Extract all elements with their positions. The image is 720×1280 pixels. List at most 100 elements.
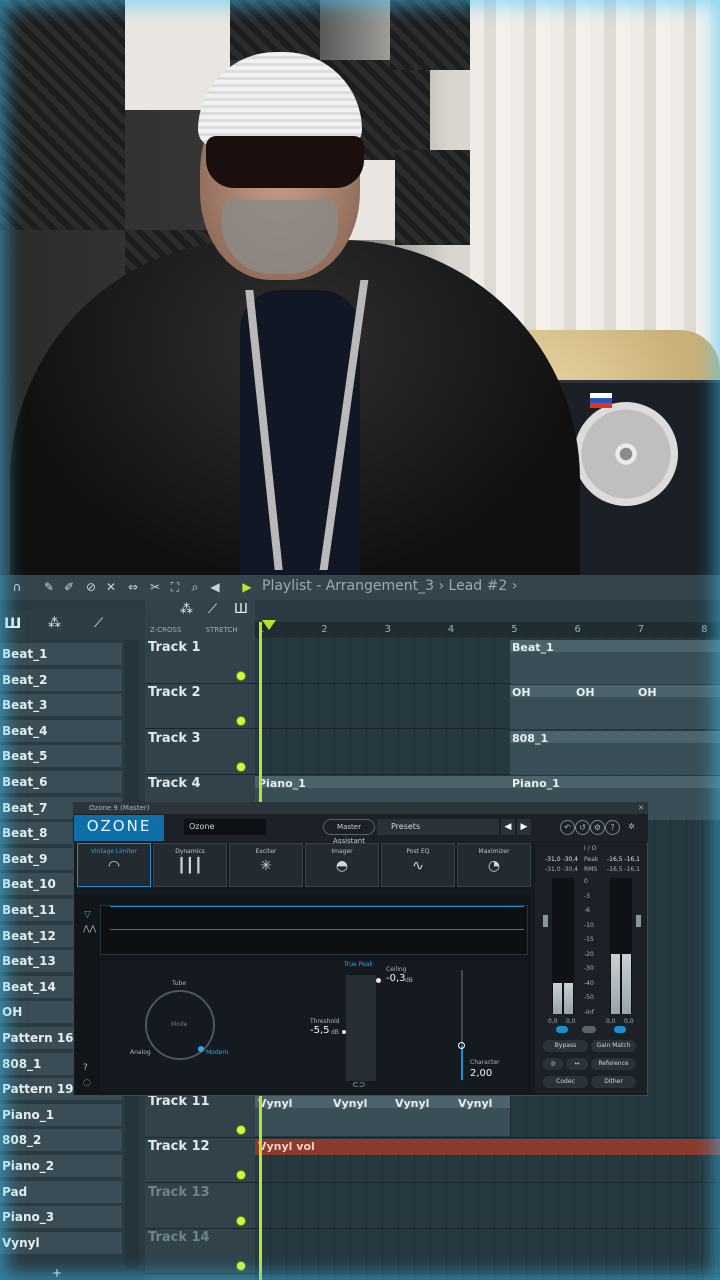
threshold-handle[interactable] [342,1030,346,1034]
pattern-list-item[interactable]: Beat_4 [0,719,122,742]
threshold-meter[interactable] [346,975,376,1081]
ceiling-value[interactable]: -0,3 [386,973,406,984]
stretch-label[interactable]: STRETCH [206,626,238,634]
browser-icon[interactable]: Ш [234,602,248,617]
track-name[interactable]: Track 13 [148,1185,210,1200]
help-icon[interactable]: ? [83,1063,88,1073]
module-dynamics[interactable]: Dynamics ┃┃┃ [153,843,227,887]
prev-preset-icon[interactable]: ◀ [501,819,515,835]
browser-icon[interactable]: Ш [4,616,21,632]
module-vintage-limiter[interactable]: Vintage Limiter ◠ [77,843,151,887]
close-icon[interactable]: ✕ [638,802,644,814]
track-name[interactable]: Track 1 [148,640,201,655]
track-enable-led[interactable] [236,716,246,726]
track-name[interactable]: Track 4 [148,776,201,791]
preset-name-field[interactable]: Ozone [184,819,266,835]
presets-button[interactable]: Presets [377,819,499,835]
module-post-eq[interactable]: Post EQ ∿ [381,843,455,887]
output-link-icon[interactable] [614,1026,626,1033]
zoom-icon[interactable]: ⌕ [188,580,202,594]
solo-icon[interactable]: ◎ [543,1058,563,1070]
channel-swap-icon[interactable]: ↔ [566,1058,588,1070]
bypass-button[interactable]: Bypass [543,1040,588,1052]
track-enable-led[interactable] [236,1170,246,1180]
plugin-titlebar[interactable]: Ozone 9 (Master) ✕ [73,802,648,814]
pattern-list-item[interactable]: Piano_3 [0,1206,122,1229]
track-enable-led[interactable] [236,1216,246,1226]
settings-icon[interactable]: ⚙ [590,820,605,835]
history-icon[interactable]: ↺ [575,820,590,835]
codec-button[interactable]: Codec [543,1076,588,1088]
ceiling-handle[interactable] [376,978,381,983]
pencil-icon[interactable]: ✎ [42,580,56,594]
module-imager[interactable]: Imager ◓ [305,843,379,887]
pattern-list-item[interactable]: Beat_3 [0,694,122,717]
pattern-list-item[interactable]: Piano_2 [0,1155,122,1177]
track-enable-led[interactable] [236,1261,246,1271]
undo-icon[interactable]: ↶ [560,820,575,835]
zcross-label[interactable]: Z-CROSS [150,626,181,634]
track-name[interactable]: Track 12 [148,1139,210,1154]
swap-icon[interactable] [582,1026,596,1033]
pattern-list-item[interactable]: Beat_5 [0,745,122,768]
waveform-icon[interactable]: ⁂ [48,616,61,631]
pattern-list-item[interactable]: Piano_1 [0,1103,122,1126]
pattern-list-item[interactable]: Pad [0,1180,122,1203]
dither-button[interactable]: Dither [591,1076,636,1088]
track-enable-led[interactable] [236,671,246,681]
track-name[interactable]: Track 3 [148,731,201,746]
master-assistant-button[interactable]: Master Assistant [323,819,375,845]
waveform-mode-icon[interactable]: ⋀⋀ [83,924,96,933]
character-label: Character [470,1059,500,1066]
mode-modern-label[interactable]: Modern [206,1049,229,1056]
track-name[interactable]: Track 11 [148,1094,210,1109]
mute-icon[interactable]: ✕ [104,580,118,594]
gain-match-button[interactable]: Gain Match [591,1040,636,1052]
filter-icon[interactable]: ▽ [84,910,91,920]
delete-icon[interactable]: ⊘ [84,580,98,594]
learn-icon[interactable]: ◌ [83,1078,91,1088]
output-gain-fader[interactable] [636,915,641,927]
link-icon[interactable]: ⊂⊃ [352,1080,365,1089]
playhead-marker-icon[interactable] [262,620,276,630]
automation-icon[interactable]: ⟋ [208,602,217,617]
pattern-list-item[interactable]: 808_2 [0,1129,122,1152]
module-exciter[interactable]: Exciter ✳ [229,843,303,887]
select-icon[interactable]: ⛶ [168,580,182,594]
slice-icon[interactable]: ✂ [148,580,162,594]
help-icon[interactable]: ? [605,820,620,835]
threshold-value[interactable]: -5,5 [310,1025,330,1036]
input-link-icon[interactable] [556,1026,568,1033]
pattern-list-item[interactable]: Vynyl [0,1231,122,1254]
ruler-bar-number: 2 [321,624,328,635]
meter-bottom-value: 0,0 [624,1018,634,1025]
add-pattern-button[interactable]: + [52,1266,62,1280]
timeline-ruler[interactable]: 12345678 [255,622,720,638]
track-name[interactable]: Track 14 [148,1230,210,1245]
pattern-list-item[interactable]: Beat_2 [0,668,122,691]
mode-tube-label[interactable]: Tube [172,980,186,987]
automation-clip[interactable] [255,1139,720,1155]
slip-icon[interactable]: ⇔ [126,580,140,594]
track-name[interactable]: Track 2 [148,685,201,700]
mode-analog-label[interactable]: Analog [130,1049,151,1056]
pattern-list-item[interactable]: Beat_1 [0,643,122,665]
next-preset-icon[interactable]: ▶ [517,819,531,835]
automation-icon[interactable]: ⟋ [94,616,103,631]
module-maximizer[interactable]: Maximizer ◔ [457,843,531,887]
brush-icon[interactable]: ✐ [62,580,76,594]
true-peak-toggle[interactable]: True Peak [344,961,373,968]
play-arrow-icon[interactable]: ▶ [240,580,254,594]
track-enable-led[interactable] [236,1125,246,1135]
reference-button[interactable]: Reference [591,1058,636,1070]
magnet-icon[interactable]: ∩ [10,580,24,594]
playback-icon[interactable]: ◀ [208,580,222,594]
character-handle[interactable] [458,1042,465,1049]
waveform-icon[interactable]: ⁂ [180,602,193,617]
bars-icon: ┃┃┃ [177,858,203,874]
pattern-clip[interactable] [510,685,720,729]
character-value[interactable]: 2,00 [470,1068,492,1079]
pattern-list-item[interactable]: Beat_6 [0,771,122,793]
track-enable-led[interactable] [236,762,246,772]
input-gain-fader[interactable] [543,915,548,927]
